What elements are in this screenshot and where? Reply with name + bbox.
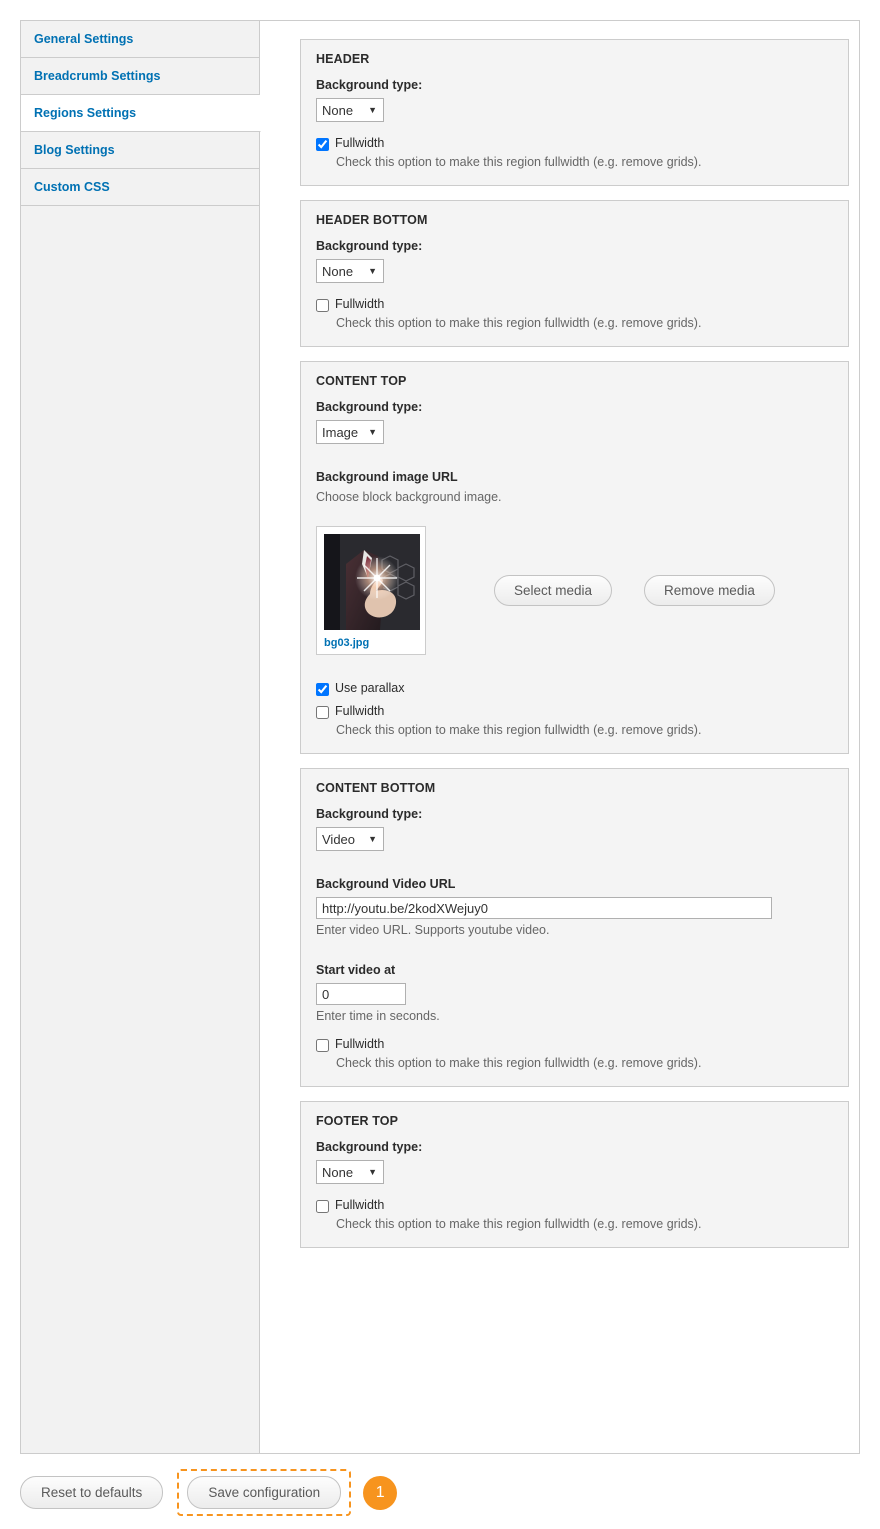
background-type-select-wrap: None ▼	[316, 98, 384, 122]
background-type-select[interactable]: None	[316, 98, 384, 122]
fullwidth-checkbox-row[interactable]: Fullwidth	[316, 136, 833, 151]
background-type-select[interactable]: Image	[316, 420, 384, 444]
save-button-highlight: Save configuration	[177, 1469, 352, 1516]
fullwidth-checkbox-row[interactable]: Fullwidth	[316, 1198, 833, 1213]
use-parallax-checkbox[interactable]	[316, 683, 329, 696]
fieldset-content-top: CONTENT TOP Background type: Image ▼ Bac…	[300, 361, 849, 754]
media-filename-link[interactable]: bg03.jpg	[324, 637, 418, 649]
sidebar-item-regions-settings[interactable]: Regions Settings	[21, 95, 261, 132]
background-type-label: Background type:	[316, 78, 423, 92]
sidebar-item-custom-css[interactable]: Custom CSS	[21, 169, 259, 206]
media-thumbnail-box[interactable]: bg03.jpg	[316, 526, 426, 655]
media-thumbnail-image	[324, 534, 420, 630]
background-type-label: Background type:	[316, 1140, 423, 1154]
fieldset-footer-top: FOOTER TOP Background type: None ▼ Fullw…	[300, 1101, 849, 1248]
fullwidth-checkbox-row[interactable]: Fullwidth	[316, 704, 833, 719]
background-type-label: Background type:	[316, 400, 423, 414]
fullwidth-label: Fullwidth	[335, 1198, 385, 1212]
fullwidth-checkbox[interactable]	[316, 706, 329, 719]
sidebar-item-label: Custom CSS	[34, 180, 110, 194]
vertical-tabs-list: General Settings Breadcrumb Settings Reg…	[21, 21, 261, 1453]
sidebar-item-label: Regions Settings	[34, 106, 137, 120]
remove-media-button[interactable]: Remove media	[644, 575, 775, 606]
fullwidth-checkbox[interactable]	[316, 138, 329, 151]
background-type-label: Background type:	[316, 807, 423, 821]
background-type-select-wrap: Image ▼	[316, 420, 384, 444]
sidebar-item-blog-settings[interactable]: Blog Settings	[21, 132, 259, 169]
fullwidth-checkbox[interactable]	[316, 1200, 329, 1213]
fieldset-legend: HEADER BOTTOM	[316, 213, 428, 227]
regions-settings-pane: HEADER Background type: None ▼ Fullwidth…	[260, 21, 859, 1453]
background-type-select-wrap: None ▼	[316, 259, 384, 283]
fullwidth-description: Check this option to make this region fu…	[336, 723, 702, 737]
fullwidth-label: Fullwidth	[335, 136, 385, 150]
fieldset-legend: FOOTER TOP	[316, 1114, 399, 1128]
theme-settings-page: General Settings Breadcrumb Settings Reg…	[0, 0, 880, 1529]
fullwidth-checkbox-row[interactable]: Fullwidth	[316, 1037, 833, 1052]
background-image-url-label: Background image URL	[316, 470, 458, 484]
use-parallax-checkbox-row[interactable]: Use parallax	[316, 681, 833, 696]
background-type-select-wrap: Video ▼	[316, 827, 384, 851]
use-parallax-label: Use parallax	[335, 681, 405, 695]
sidebar-item-breadcrumb-settings[interactable]: Breadcrumb Settings	[21, 58, 259, 95]
background-video-url-input[interactable]	[316, 897, 772, 919]
sidebar-item-label: Breadcrumb Settings	[34, 69, 161, 83]
fullwidth-checkbox[interactable]	[316, 299, 329, 312]
fieldset-content-bottom: CONTENT BOTTOM Background type: Video ▼ …	[300, 768, 849, 1087]
media-widget: bg03.jpg Select media Remove media	[316, 526, 833, 655]
fieldset-legend: CONTENT BOTTOM	[316, 781, 436, 795]
sidebar-item-label: General Settings	[34, 32, 134, 46]
start-video-at-label: Start video at	[316, 963, 396, 977]
fieldset-header: HEADER Background type: None ▼ Fullwidth…	[300, 39, 849, 186]
fieldset-legend: CONTENT TOP	[316, 374, 407, 388]
form-actions: Reset to defaults Save configuration 1	[20, 1469, 398, 1516]
fieldset-legend: HEADER	[316, 52, 370, 66]
fullwidth-label: Fullwidth	[335, 297, 385, 311]
fullwidth-description: Check this option to make this region fu…	[336, 1056, 702, 1070]
fullwidth-label: Fullwidth	[335, 1037, 385, 1051]
select-media-button[interactable]: Select media	[494, 575, 613, 606]
reset-to-defaults-button[interactable]: Reset to defaults	[20, 1476, 164, 1509]
step-badge: 1	[363, 1475, 398, 1510]
background-type-select[interactable]: None	[316, 259, 384, 283]
fullwidth-checkbox-row[interactable]: Fullwidth	[316, 297, 833, 312]
sidebar-item-general-settings[interactable]: General Settings	[21, 21, 259, 58]
background-type-label: Background type:	[316, 239, 423, 253]
vertical-tabs: General Settings Breadcrumb Settings Reg…	[20, 20, 860, 1454]
start-video-at-description: Enter time in seconds.	[316, 1009, 440, 1023]
background-image-url-description: Choose block background image.	[316, 490, 502, 504]
fullwidth-checkbox[interactable]	[316, 1039, 329, 1052]
save-configuration-button[interactable]: Save configuration	[187, 1476, 342, 1509]
background-video-url-description: Enter video URL. Supports youtube video.	[316, 923, 550, 937]
fullwidth-description: Check this option to make this region fu…	[336, 155, 702, 169]
fullwidth-description: Check this option to make this region fu…	[336, 316, 702, 330]
fullwidth-description: Check this option to make this region fu…	[336, 1217, 702, 1231]
background-type-select[interactable]: None	[316, 1160, 384, 1184]
fullwidth-label: Fullwidth	[335, 704, 385, 718]
start-video-at-input[interactable]	[316, 983, 406, 1005]
sidebar-item-label: Blog Settings	[34, 143, 115, 157]
background-type-select[interactable]: Video	[316, 827, 384, 851]
background-video-url-label: Background Video URL	[316, 877, 456, 891]
background-type-select-wrap: None ▼	[316, 1160, 384, 1184]
fieldset-header-bottom: HEADER BOTTOM Background type: None ▼ Fu…	[300, 200, 849, 347]
